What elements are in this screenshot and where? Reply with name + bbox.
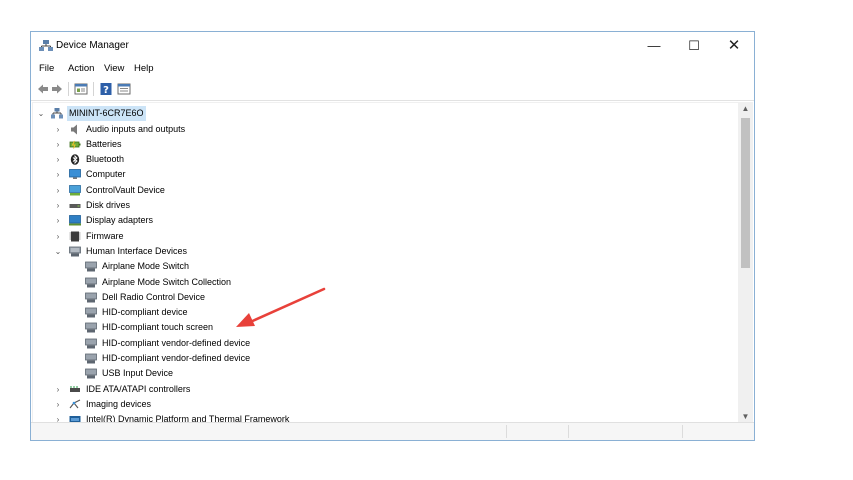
computer-network-icon	[51, 108, 63, 119]
tree-device-label: USB Input Device	[102, 368, 174, 379]
chevron-right-icon[interactable]: ›	[53, 122, 63, 137]
chevron-right-icon[interactable]: ›	[53, 183, 63, 198]
hid-device-icon	[85, 353, 97, 364]
battery-icon	[69, 140, 81, 149]
tree-category-label: Human Interface Devices	[86, 245, 188, 256]
toolbar-separator	[93, 82, 94, 96]
device-tree: ⌄ MININT-6CR7E6O › Audio inputs and outp…	[32, 102, 738, 426]
hid-device-icon	[85, 307, 97, 318]
disk-drive-icon	[69, 204, 81, 208]
status-divider	[682, 425, 683, 438]
menu-bar: File Action View Help	[31, 60, 754, 78]
tree-category-label: Imaging devices	[86, 398, 152, 409]
tree-device-label: Airplane Mode Switch	[102, 261, 190, 272]
tree-device-label: HID-compliant vendor-defined device	[102, 337, 251, 348]
tree-category-label: Firmware	[86, 230, 124, 241]
maximize-button[interactable]: ☐	[674, 35, 714, 57]
annotation-arrow-icon	[236, 287, 326, 327]
tree-device-label: Dell Radio Control Device	[102, 291, 206, 302]
hid-device-icon	[85, 277, 97, 287]
chevron-down-icon[interactable]: ⌄	[53, 244, 63, 259]
svg-text:?: ?	[103, 85, 109, 96]
chevron-right-icon[interactable]: ›	[53, 397, 63, 412]
console-tree-icon[interactable]	[117, 82, 131, 96]
chevron-right-icon[interactable]: ›	[53, 137, 63, 152]
scrollbar-thumb[interactable]	[741, 118, 750, 268]
hid-device-icon	[85, 261, 97, 272]
scroll-up-arrow-icon[interactable]: ▲	[738, 102, 753, 116]
device-manager-window: Device Manager — ☐ ✕ File Action View He…	[30, 31, 755, 441]
title-bar[interactable]: Device Manager — ☐ ✕	[31, 32, 754, 60]
tree-category-label: Display adapters	[86, 215, 154, 226]
tree-device-label: HID-compliant device	[102, 307, 188, 318]
ide-controller-icon	[70, 385, 80, 392]
chevron-right-icon[interactable]: ›	[53, 213, 63, 228]
chevron-right-icon[interactable]: ›	[53, 167, 63, 182]
firmware-icon	[69, 231, 81, 242]
tree-device-label: HID-compliant vendor-defined device	[102, 353, 251, 363]
menu-action[interactable]: Action	[68, 63, 94, 74]
status-divider	[506, 425, 507, 438]
hid-device-icon	[85, 292, 97, 303]
chevron-down-icon[interactable]: ⌄	[36, 106, 46, 121]
tree-category-label: Batteries	[86, 138, 122, 149]
chevron-right-icon[interactable]: ›	[53, 198, 63, 213]
close-button[interactable]: ✕	[714, 35, 754, 57]
speaker-icon	[71, 124, 77, 134]
toolbar-separator	[68, 82, 69, 96]
tree-category-label: Computer	[86, 169, 126, 180]
tree-device-label: Airplane Mode Switch Collection	[102, 276, 232, 287]
tree-category-label: Audio inputs and outputs	[86, 123, 186, 134]
vertical-scrollbar[interactable]: ▲ ▼	[738, 102, 753, 424]
tree-category-label: Disk drives	[86, 200, 131, 210]
back-arrow-icon[interactable]	[37, 82, 49, 96]
status-divider	[568, 425, 569, 438]
window-title: Device Manager	[56, 40, 129, 51]
tree-category-label: Bluetooth	[86, 154, 125, 165]
tree-device-label: HID-compliant touch screen	[102, 322, 214, 333]
properties-icon[interactable]	[74, 82, 88, 96]
menu-file[interactable]: File	[39, 63, 54, 74]
forward-arrow-icon[interactable]	[51, 82, 63, 96]
imaging-icon	[69, 399, 81, 409]
tree-category-label: ControlVault Device	[86, 184, 165, 195]
minimize-button[interactable]: —	[634, 35, 674, 57]
device-manager-icon	[39, 40, 53, 51]
hid-device-icon	[85, 322, 97, 333]
bluetooth-icon	[70, 154, 80, 165]
tree-root-label: MININT-6CR7E6O	[67, 106, 146, 121]
chevron-right-icon[interactable]: ›	[53, 229, 63, 244]
tree-category-label: IDE ATA/ATAPI controllers	[86, 383, 191, 394]
display-adapter-icon	[69, 215, 81, 226]
chevron-right-icon[interactable]: ›	[53, 152, 63, 167]
status-bar	[31, 422, 754, 440]
menu-help[interactable]: Help	[134, 63, 154, 74]
help-icon[interactable]: ?	[99, 82, 113, 96]
hid-device-icon	[85, 338, 97, 349]
hid-icon	[69, 246, 81, 257]
hid-device-icon	[85, 368, 97, 379]
chevron-right-icon[interactable]: ›	[53, 382, 63, 397]
menu-view[interactable]: View	[104, 63, 124, 74]
controlvault-icon	[69, 184, 81, 196]
toolbar: ?	[31, 78, 754, 101]
computer-icon	[69, 169, 81, 180]
